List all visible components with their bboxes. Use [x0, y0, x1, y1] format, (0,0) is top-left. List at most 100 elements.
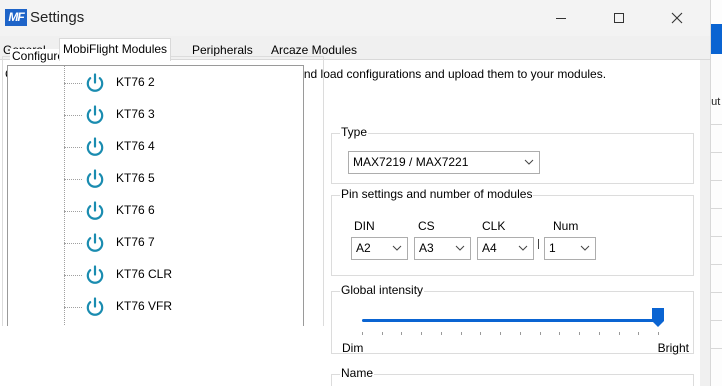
divider [711, 292, 722, 293]
chevron-down-icon [391, 238, 403, 259]
tree-connector [64, 83, 82, 84]
close-button[interactable] [654, 0, 700, 36]
slider-tick [619, 332, 620, 335]
tree-item-label: KT76 4 [116, 139, 155, 153]
slider-tick [658, 332, 659, 335]
slider-tick [441, 332, 442, 335]
pin-settings-group: Pin settings and number of modules DIN C… [331, 187, 694, 276]
chevron-down-icon [523, 152, 535, 173]
minimize-button[interactable] [538, 0, 584, 36]
clk-select[interactable]: A4 [477, 237, 534, 260]
type-group: Type MAX7219 / MAX7221 [331, 125, 694, 184]
background-window-text: out [711, 96, 721, 108]
num-select[interactable]: 1 [544, 237, 596, 260]
type-select-value: MAX7219 / MAX7221 [353, 155, 469, 169]
tree-connector [64, 147, 82, 148]
din-label: DIN [354, 219, 375, 233]
slider-tick [480, 332, 481, 335]
tree-connector [64, 211, 82, 212]
cs-label: CS [418, 219, 435, 233]
divider [711, 236, 722, 237]
global-intensity-title: Global intensity [340, 283, 425, 297]
clk-label: CLK [482, 219, 506, 233]
slider-tick [559, 332, 560, 335]
slider-tick [520, 332, 521, 335]
intensity-min-label: Dim [342, 341, 364, 355]
intensity-max-label: Bright [657, 341, 689, 355]
intensity-slider-thumb[interactable] [652, 308, 664, 328]
tab-mobiflight-modules[interactable]: MobiFlight Modules [59, 38, 172, 61]
divider [711, 152, 722, 153]
cs-value: A3 [419, 241, 434, 255]
din-value: A2 [356, 241, 371, 255]
chevron-down-icon [454, 238, 466, 259]
tree-connector [64, 179, 82, 180]
power-icon [86, 73, 104, 92]
tree-connector [64, 307, 82, 308]
power-icon [86, 201, 104, 220]
tree-item[interactable]: KT76 3 [64, 101, 294, 129]
global-intensity-group: Global intensity Dim Bright [331, 283, 694, 355]
slider-tick [461, 332, 462, 335]
tree-item[interactable]: KT76 CLR [64, 261, 294, 289]
tree-item-label: KT76 2 [116, 75, 155, 89]
chevron-down-icon [579, 238, 591, 259]
slider-tick [638, 332, 639, 335]
type-select[interactable]: MAX7219 / MAX7221 [348, 151, 540, 174]
background-window-accent [711, 24, 722, 54]
modules-tree[interactable]: KT76 2 KT76 3 KT76 4 KT76 5 KT76 6 KT76 7 KT76… [7, 65, 304, 326]
tree-connector [64, 243, 82, 244]
power-icon [86, 265, 104, 284]
settings-window: MF Settings out General MobiFlight Modul… [0, 0, 722, 386]
title-bar: MF Settings [0, 0, 710, 36]
tree-item-label: KT76 5 [116, 171, 155, 185]
clk-value: A4 [482, 241, 497, 255]
slider-tick [382, 332, 383, 335]
divider [711, 180, 722, 181]
power-icon [86, 105, 104, 124]
maximize-button[interactable] [596, 0, 642, 36]
divider [711, 320, 722, 321]
divider [711, 208, 722, 209]
tree-item-label: KT76 6 [116, 203, 155, 217]
tree-item-label: KT76 VFR [116, 299, 173, 313]
name-group: Name [331, 366, 694, 386]
num-label: Num [553, 219, 579, 233]
slider-tick [579, 332, 580, 335]
window-title: Settings [30, 9, 85, 26]
type-group-title: Type [340, 125, 369, 139]
num-value: 1 [549, 241, 556, 255]
tree-item-label: KT76 7 [116, 235, 155, 249]
chevron-down-icon [517, 238, 529, 259]
close-icon [671, 12, 683, 24]
background-window-edge: out [710, 0, 722, 386]
tree-item[interactable]: KT76 5 [64, 165, 294, 193]
pin-separator [538, 239, 539, 249]
tree-item-label: KT76 3 [116, 107, 155, 121]
power-icon [86, 137, 104, 156]
minimize-icon [556, 17, 566, 19]
slider-tick [401, 332, 402, 335]
maximize-icon [614, 13, 624, 23]
divider [711, 264, 722, 265]
pin-settings-title: Pin settings and number of modules [340, 187, 534, 201]
slider-tick [421, 332, 422, 335]
tree-connector [64, 115, 82, 116]
tree-item[interactable]: KT76 4 [64, 133, 294, 161]
intensity-slider-track[interactable] [362, 319, 658, 322]
intensity-slider-fill [362, 319, 658, 322]
tree-connector [64, 275, 82, 276]
divider [711, 348, 722, 349]
tree-item[interactable]: KT76 VFR [64, 293, 294, 321]
divider [711, 124, 722, 125]
tab-strip: General MobiFlight Modules Peripherals A… [0, 38, 710, 61]
slider-tick [362, 332, 363, 335]
tree-item[interactable]: KT76 7 [64, 229, 294, 257]
din-select[interactable]: A2 [351, 237, 408, 260]
tree-item[interactable]: KT76 6 [64, 197, 294, 225]
cs-select[interactable]: A3 [414, 237, 471, 260]
power-icon [86, 297, 104, 316]
name-group-title: Name [340, 366, 375, 380]
tree-item[interactable]: KT76 2 [64, 69, 294, 97]
power-icon [86, 233, 104, 252]
